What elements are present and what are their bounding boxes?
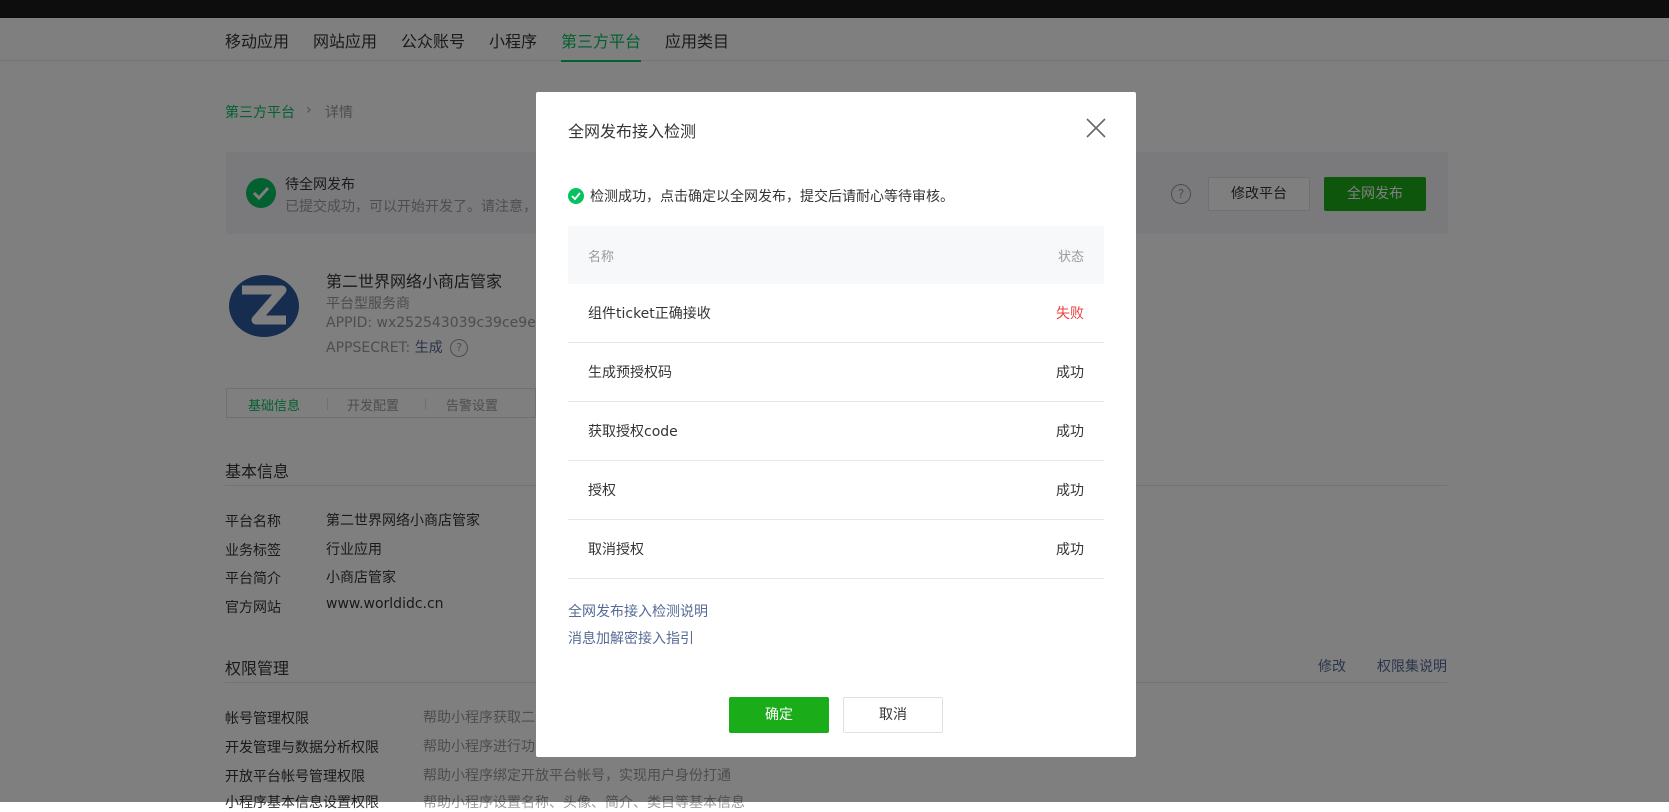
check-item-name: 取消授权 <box>588 542 644 558</box>
column-status-header: 状态 <box>1057 250 1084 265</box>
confirm-button[interactable]: 确定 <box>729 697 829 733</box>
success-text: 检测成功，点击确定以全网发布，提交后请耐心等待审核。 <box>590 189 954 205</box>
check-item-name: 生成预授权码 <box>588 365 672 381</box>
encrypt-guide-link[interactable]: 消息加解密接入指引 <box>568 628 694 648</box>
check-item-status: 成功 <box>1056 424 1084 440</box>
check-results-table: 名称 状态 组件ticket正确接收 失败 生成预授权码 成功 获取授权code… <box>568 226 1104 579</box>
check-item-status: 成功 <box>1056 365 1084 381</box>
check-item-name: 获取授权code <box>588 424 678 440</box>
check-item-name: 授权 <box>588 483 616 499</box>
check-item-name: 组件ticket正确接收 <box>588 306 711 322</box>
success-message: 检测成功，点击确定以全网发布，提交后请耐心等待审核。 <box>568 186 954 206</box>
table-row: 获取授权code 成功 <box>568 402 1104 461</box>
check-circle-icon <box>568 188 584 204</box>
check-item-status: 成功 <box>1056 542 1084 558</box>
table-row: 授权 成功 <box>568 461 1104 520</box>
publish-check-dialog: 全网发布接入检测 检测成功，点击确定以全网发布，提交后请耐心等待审核。 名称 状… <box>536 92 1136 757</box>
table-row: 取消授权 成功 <box>568 520 1104 579</box>
dialog-title: 全网发布接入检测 <box>568 122 697 141</box>
column-name-header: 名称 <box>588 250 615 265</box>
table-row: 生成预授权码 成功 <box>568 343 1104 402</box>
cancel-button[interactable]: 取消 <box>843 697 943 733</box>
table-row: 组件ticket正确接收 失败 <box>568 284 1104 343</box>
check-doc-link[interactable]: 全网发布接入检测说明 <box>568 601 708 621</box>
check-item-status: 失败 <box>1056 306 1084 322</box>
check-item-status: 成功 <box>1056 483 1084 499</box>
close-icon[interactable] <box>1084 116 1108 140</box>
table-header: 名称 状态 <box>568 226 1104 284</box>
